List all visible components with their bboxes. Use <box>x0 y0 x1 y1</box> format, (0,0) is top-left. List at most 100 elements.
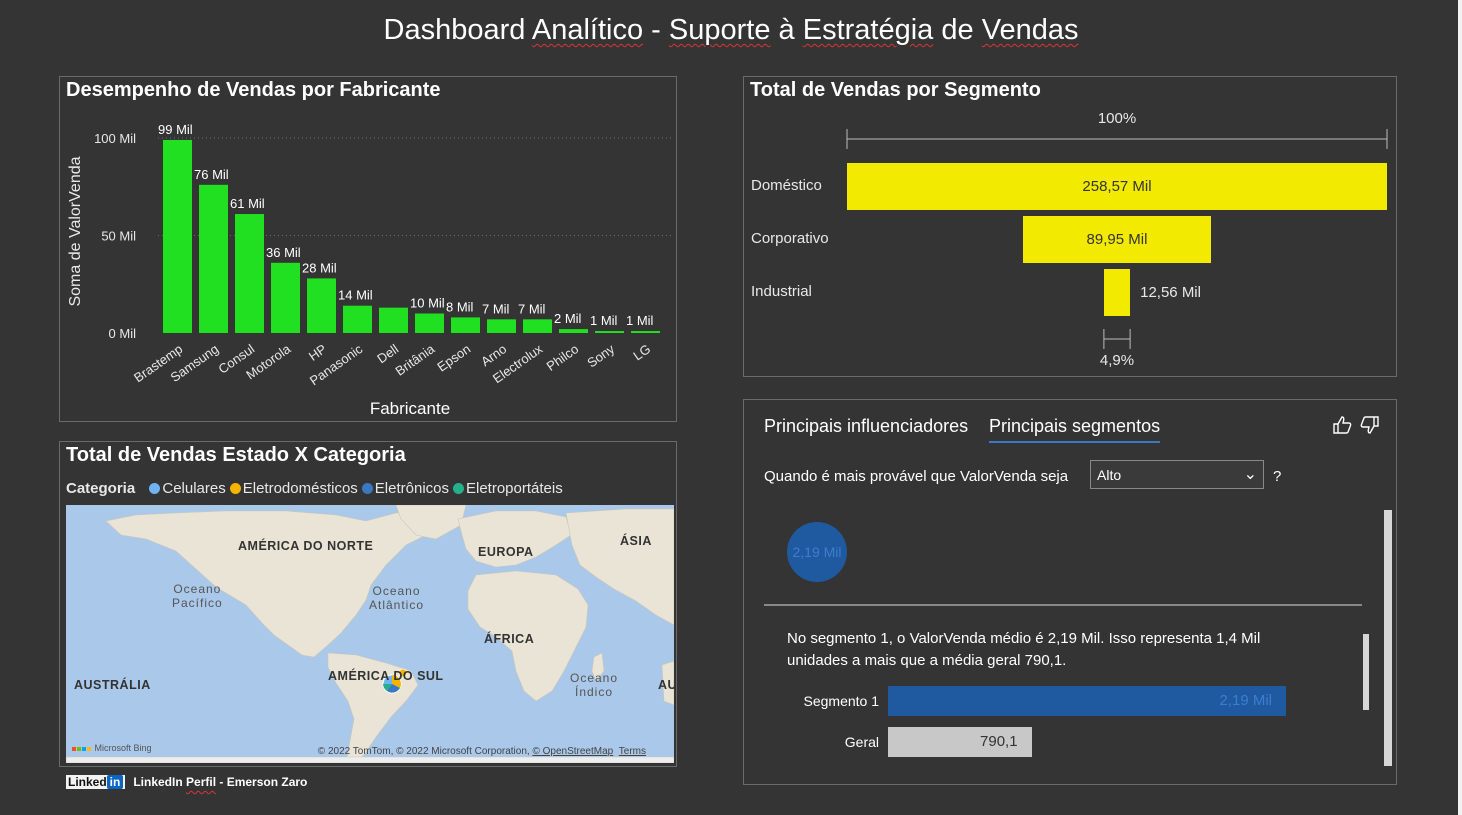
tab-principais-influenciadores[interactable]: Principais influenciadores <box>764 416 968 437</box>
y-tick-label: 50 Mil <box>101 229 136 244</box>
title-word: Vendas <box>981 14 1079 46</box>
label-pacific-ocean: Oceano Pacífico <box>172 582 223 610</box>
footer-text-c: - Emerson Zaro <box>216 775 308 789</box>
bar-data-label: 61 Mil <box>230 196 265 211</box>
bar-epson[interactable] <box>451 317 480 333</box>
bar-data-label: 7 Mil <box>482 301 510 316</box>
separator <box>764 604 1362 606</box>
funnel-bar-2[interactable] <box>1103 269 1131 316</box>
bar-panasonic[interactable] <box>343 305 372 333</box>
funnel-data-label: 89,95 Mil <box>1086 231 1148 248</box>
footer-linkedin[interactable]: Linked in LinkedIn Perfil - Emerson Zaro <box>66 775 307 789</box>
funnel-category-label: Industrial <box>751 283 812 300</box>
label-north-america: AMÉRICA DO NORTE <box>238 539 374 553</box>
bar-lg[interactable] <box>631 331 660 333</box>
help-icon[interactable]: ? <box>1273 468 1281 485</box>
chevron-down-icon: ⌄ <box>1243 466 1257 483</box>
footer-text-b: Perfil <box>186 775 217 789</box>
title-word: Dashboard <box>383 14 526 46</box>
legend-item-0[interactable]: Celulares <box>145 480 226 497</box>
segment-row-label: Geral <box>844 734 879 750</box>
outer-scrollbar[interactable] <box>1384 510 1392 766</box>
bar-hp[interactable] <box>307 278 336 333</box>
legend-dot-icon <box>361 483 373 494</box>
funnel-bottom-percent: 4,9% <box>1099 352 1135 369</box>
bar-data-label: 7 Mil <box>518 301 546 316</box>
legend-dot-icon <box>149 483 161 494</box>
select-value: Alto <box>1097 467 1122 483</box>
title-word: Analítico <box>531 14 644 46</box>
bar-data-label: 99 Mil <box>158 122 193 137</box>
key-influencers-panel[interactable]: Principais influenciadores Principais se… <box>743 399 1397 785</box>
influencer-question: Quando é mais provável que ValorVenda se… <box>764 468 1069 485</box>
linkedin-icon: Linked in <box>66 775 126 789</box>
linkedin-word: Linked <box>68 775 107 789</box>
y-tick-label: 0 Mil <box>109 326 137 341</box>
legend-item-1[interactable]: Eletrodomésticos <box>226 480 358 497</box>
bar-samsung[interactable] <box>199 184 228 333</box>
osm-link[interactable]: © OpenStreetMap <box>532 746 613 757</box>
x-tick-label: Sony <box>584 341 617 371</box>
thumbs-up-icon[interactable] <box>1332 416 1352 439</box>
legend-dot-icon <box>229 483 241 494</box>
bar-arno[interactable] <box>487 319 516 333</box>
label-australia: AUSTRÁLIA <box>74 678 151 692</box>
antarctica-shape <box>66 756 674 763</box>
title-word: Suporte <box>668 14 771 46</box>
y-tick-label: 100 Mil <box>94 131 136 146</box>
bing-logo: Microsoft Bing <box>72 743 152 753</box>
tab-principais-segmentos[interactable]: Principais segmentos <box>989 416 1161 443</box>
bar-philco[interactable] <box>559 329 588 333</box>
legend-label: Eletroportáteis <box>466 480 563 497</box>
bar-brastemp[interactable] <box>163 139 192 333</box>
title-word: à <box>778 14 795 46</box>
title-word: Estratégia <box>802 14 934 46</box>
bar-data-label: 14 Mil <box>338 288 373 303</box>
label-africa: ÁFRICA <box>484 632 535 646</box>
inner-scrollbar[interactable] <box>1363 634 1369 710</box>
map-legend: Categoria Celulares Eletrodomésticos Eletr… <box>66 480 563 497</box>
bar-dell[interactable] <box>379 307 408 333</box>
bar-consul[interactable] <box>235 214 264 333</box>
map-title: Total de Vendas Estado X Categoria <box>66 444 406 466</box>
funnel-data-label: 258,57 Mil <box>1082 178 1152 195</box>
legend-dot-icon <box>453 483 464 494</box>
label-south-america: AMÉRICA DO SUL <box>328 669 444 683</box>
sales-by-manufacturer-panel[interactable]: Desempenho de Vendas por Fabricante 0 Mi… <box>59 76 677 422</box>
bar-data-label: 76 Mil <box>194 167 229 182</box>
x-tick-label: Philco <box>544 341 582 374</box>
funnel-category-label: Doméstico <box>751 177 822 194</box>
legend-label: Eletrônicos <box>374 480 449 497</box>
title-word: - <box>651 14 661 46</box>
legend-item-2[interactable]: Eletrônicos <box>358 480 449 497</box>
attribution-text: © 2022 TomTom, © 2022 Microsoft Corporat… <box>317 746 533 757</box>
legend-item-3[interactable]: Eletroportáteis <box>449 480 563 497</box>
map-attribution: © 2022 TomTom, © 2022 Microsoft Corporat… <box>318 746 646 757</box>
segment-description: No segmento 1, o ValorVenda médio é 2,19… <box>787 630 1261 669</box>
value-select[interactable]: Alto ⌄ <box>1090 460 1264 489</box>
y-axis-label: Soma de ValorVenda <box>67 156 84 306</box>
bar-chart[interactable]: 0 Mil 50 Mil 100 Mil Soma de ValorVenda Fabr… <box>60 77 678 423</box>
bar-motorola[interactable] <box>271 262 300 333</box>
world-map[interactable]: AMÉRICA DO NORTE EUROPA ÁSIA Oceano Pací… <box>66 505 674 763</box>
page-title: Dashboard Analítico - Suporte à Estratég… <box>0 14 1462 47</box>
label-australia-cut: AU <box>658 678 674 692</box>
legend-label: Eletrodomésticos <box>242 480 358 497</box>
bar-sony[interactable] <box>595 331 624 333</box>
sales-by-segment-panel[interactable]: Total de Vendas por Segmento 100% Domésti… <box>743 76 1397 377</box>
legend-label: Celulares <box>162 480 226 497</box>
label-asia: ÁSIA <box>620 534 652 548</box>
segment-bubble[interactable]: 2,19 Mil <box>787 522 847 582</box>
bar-britânia[interactable] <box>415 313 444 334</box>
bar-data-label: 8 Mil <box>446 299 474 314</box>
bar-data-label: 28 Mil <box>302 260 337 275</box>
segment-row-label: Segmento 1 <box>803 693 880 709</box>
label-europe: EUROPA <box>478 545 534 559</box>
funnel-category-label: Corporativo <box>751 230 829 247</box>
sales-map-panel[interactable]: Total de Vendas Estado X Categoria Categ… <box>59 441 677 767</box>
terms-link[interactable]: Terms <box>619 746 646 757</box>
x-tick-label: Epson <box>434 341 473 374</box>
x-tick-label: HP <box>306 341 329 364</box>
thumbs-down-icon[interactable] <box>1360 416 1380 439</box>
bar-electrolux[interactable] <box>523 319 552 333</box>
